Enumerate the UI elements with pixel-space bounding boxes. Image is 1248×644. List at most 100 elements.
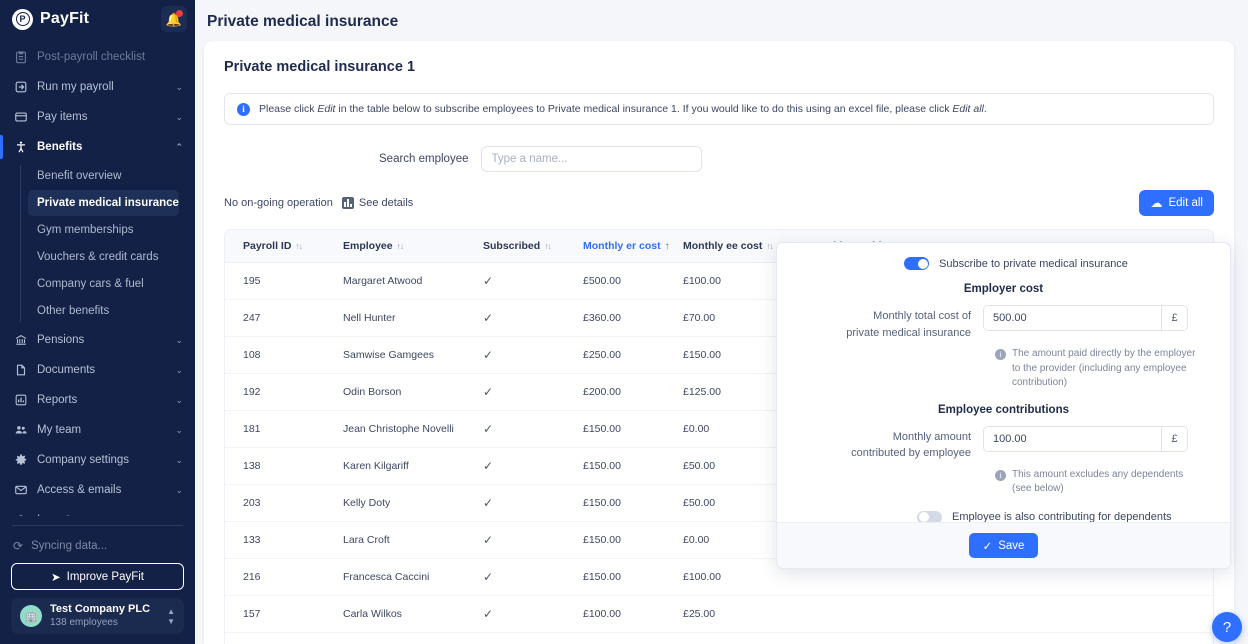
sidebar-item-private-medical-insurance[interactable]: Private medical insurance xyxy=(28,190,179,217)
subscribe-toggle[interactable] xyxy=(904,257,929,270)
cell-ytd-er xyxy=(950,595,1050,633)
paper-plane-icon: ➤ xyxy=(51,571,61,584)
brand-name: PayFit xyxy=(40,10,90,28)
cell-payroll-id: 181 xyxy=(225,410,325,448)
employer-cost-hint: i The amount paid directly by the employ… xyxy=(995,347,1200,391)
edit-all-button[interactable]: ☁ Edit all xyxy=(1139,190,1214,216)
notifications-button[interactable]: 🔔 xyxy=(161,6,187,33)
employee-contribution-label-line2: contributed by employee xyxy=(851,447,971,459)
sidebar-item-company-cars-fuel[interactable]: Company cars & fuel xyxy=(28,271,179,297)
employer-cost-field-row: Monthly total cost of private medical in… xyxy=(797,305,1210,341)
column-header-subscribed[interactable]: Subscribed ↑↓ xyxy=(465,230,565,263)
sidebar-item-label: Company settings xyxy=(37,454,130,467)
cell-employee: Odin Borson xyxy=(325,373,465,411)
cell-monthly-er: £150.00 xyxy=(565,484,665,522)
sidebar-item-reports[interactable]: Reports ⌄ xyxy=(0,385,195,415)
save-button[interactable]: ✓ Save xyxy=(968,533,1039,558)
column-header-payroll-id[interactable]: Payroll ID ↑↓ xyxy=(225,230,325,263)
cell-subscribed: ✓ xyxy=(465,336,565,374)
company-switcher[interactable]: 🏢 Test Company PLC 138 employees ▲ ▼ xyxy=(11,598,184,634)
cell-subscribed: ✓ xyxy=(465,595,565,633)
cell-payroll-id: 192 xyxy=(225,373,325,411)
cell-employee: Carla Wilkos xyxy=(325,595,465,633)
sidebar-item-access-emails[interactable]: Access & emails ⌄ xyxy=(0,475,195,505)
info-icon: i xyxy=(237,102,250,116)
chevron-down-icon: ⌄ xyxy=(175,515,183,516)
sidebar-subitem-label: Other benefits xyxy=(37,305,110,318)
sidebar-item-my-team[interactable]: My team ⌄ xyxy=(0,415,195,445)
search-input[interactable] xyxy=(480,146,702,172)
improve-payfit-label: Improve PayFit xyxy=(66,570,144,583)
operations-row: No on-going operation See details ☁ Edit… xyxy=(224,190,1214,216)
edit-all-label: Edit all xyxy=(1168,197,1203,209)
cell-monthly-ee: £50.00 xyxy=(665,447,790,485)
cell-action[interactable] xyxy=(1150,595,1213,633)
chevron-down-icon: ⌄ xyxy=(175,364,183,375)
employer-cost-heading: Employer cost xyxy=(963,283,1044,295)
sidebar-item-label: Access & emails xyxy=(37,484,122,497)
sidebar-item-benefit-overview[interactable]: Benefit overview xyxy=(28,163,179,189)
dependents-toggle-row: Employee is also contributing for depend… xyxy=(917,510,1210,522)
cell-subscribed: ✓ xyxy=(465,484,565,522)
popup-body: Subscribe to private medical insurance E… xyxy=(777,243,1230,522)
chevron-up-icon: ⌃ xyxy=(175,141,183,152)
info-banner-text: Please click Edit in the table below to … xyxy=(259,103,987,115)
sidebar-item-gym-memberships[interactable]: Gym memberships xyxy=(28,217,179,243)
employer-cost-input[interactable] xyxy=(984,306,1161,330)
table-row[interactable]: 157 Carla Wilkos ✓ £100.00 £25.00 xyxy=(225,595,1213,633)
benefits-submenu: Benefit overview Private medical insuran… xyxy=(0,163,195,324)
column-header-monthly-er-cost[interactable]: Monthly er cost ↑ xyxy=(565,230,670,263)
sort-icon: ↑↓ xyxy=(544,241,551,251)
sidebar-item-pay-items[interactable]: Pay items ⌄ xyxy=(0,102,195,132)
sidebar-item-pensions[interactable]: Pensions ⌄ xyxy=(0,325,195,355)
employer-cost-input-wrap: £ xyxy=(983,305,1188,331)
cell-employee: Karen Kilgariff xyxy=(325,447,465,485)
sidebar-item-other-benefits[interactable]: Other benefits xyxy=(28,298,179,324)
chevron-down-icon: ⌄ xyxy=(175,334,183,345)
help-button[interactable]: ? xyxy=(1212,612,1242,642)
improve-payfit-button[interactable]: ➤ Improve PayFit xyxy=(11,563,184,591)
card-icon xyxy=(13,110,28,125)
employer-cost-hint-text: The amount paid directly by the employer… xyxy=(1012,348,1196,388)
sidebar-item-imports[interactable]: Imports ⌄ xyxy=(0,505,195,517)
cell-subscribed: ✓ xyxy=(465,558,565,596)
company-name: Test Company PLC xyxy=(50,603,151,616)
sidebar: P PayFit 🔔 Post-payroll checklist Run my… xyxy=(0,0,195,644)
chevron-down-icon: ⌄ xyxy=(175,484,183,495)
sidebar-item-vouchers-credit-cards[interactable]: Vouchers & credit cards xyxy=(28,244,179,270)
see-details-link[interactable]: See details xyxy=(341,197,413,209)
sidebar-nav: Post-payroll checklist Run my payroll ⌄ … xyxy=(0,38,195,517)
sidebar-item-run-my-payroll[interactable]: Run my payroll ⌄ xyxy=(0,72,195,102)
people-icon xyxy=(13,423,28,438)
cell-monthly-ee: £100.00 xyxy=(665,262,790,300)
column-header-employee[interactable]: Employee ↑↓ xyxy=(325,230,465,263)
dependents-toggle-label: Employee is also contributing for depend… xyxy=(952,511,1172,522)
company-employee-count: 138 employees xyxy=(50,616,118,628)
currency-suffix-gbp: £ xyxy=(1161,426,1187,451)
column-header-monthly-ee-cost[interactable]: Monthly ee cost ↑↓ xyxy=(665,230,790,263)
cell-monthly-ee: £125.00 xyxy=(665,373,790,411)
chevron-down-icon: ⌄ xyxy=(175,81,183,92)
cell-subscribed: ✓ xyxy=(465,521,565,559)
sidebar-item-label: Imports xyxy=(37,514,166,516)
employee-contribution-input[interactable] xyxy=(984,426,1161,451)
payfit-logo-icon: P xyxy=(12,8,33,30)
sort-icon: ↑↓ xyxy=(766,241,773,251)
cell-monthly-ee: £50.00 xyxy=(665,484,790,522)
toggle-knob xyxy=(917,258,928,269)
info-icon: i xyxy=(995,349,1006,360)
search-row: Search employee xyxy=(204,146,1234,172)
sidebar-item-company-settings[interactable]: Company settings ⌄ xyxy=(0,445,195,475)
sidebar-item-documents[interactable]: Documents ⌄ xyxy=(0,355,195,385)
sidebar-item-post-payroll-checklist[interactable]: Post-payroll checklist xyxy=(0,42,195,72)
card-title: Private medical insurance 1 xyxy=(224,59,416,75)
employer-cost-label-line2: private medical insurance xyxy=(846,326,971,339)
sidebar-item-benefits[interactable]: Benefits ⌃ xyxy=(0,132,195,162)
sidebar-item-label: Run my payroll xyxy=(37,81,114,94)
dependents-toggle[interactable] xyxy=(917,510,942,522)
cell-payroll-id: 216 xyxy=(225,558,325,596)
show-more-button[interactable]: Show more (+128) ▼ xyxy=(225,633,1213,644)
sidebar-item-label: Post-payroll checklist xyxy=(37,51,146,64)
brand: P PayFit xyxy=(12,8,90,30)
cell-payroll-id: 133 xyxy=(225,521,325,559)
